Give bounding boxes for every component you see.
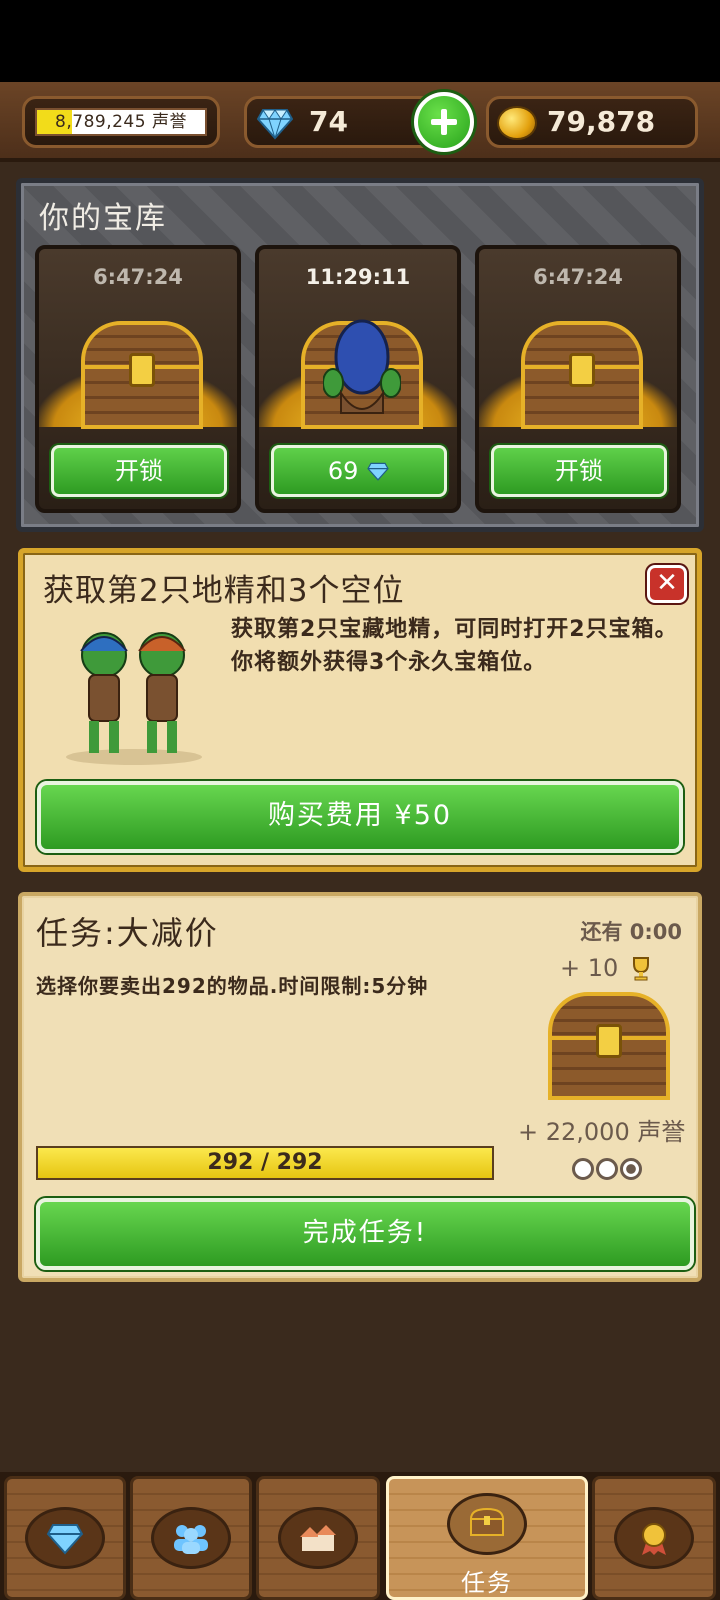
gem-count: 74 (309, 105, 348, 138)
stage-dot-current (620, 1158, 642, 1180)
people-icon (174, 1525, 208, 1554)
vault-slot-1[interactable]: 6:47:24 开锁 (35, 245, 241, 513)
reputation-bar: 8,789,245 声誉 (35, 108, 207, 136)
slot-timer: 6:47:24 (93, 265, 183, 289)
add-gems-button[interactable] (414, 92, 474, 152)
trophy-reward-value: + 10 (560, 954, 619, 982)
treasure-chest-icon (81, 321, 203, 429)
slot-timer: 11:29:11 (305, 265, 411, 289)
purchase-button[interactable]: 购买费用 ¥50 (37, 781, 683, 853)
vault-title: 你的宝库 (39, 201, 167, 236)
two-goblins-image (66, 632, 202, 765)
chest-icon (469, 1507, 505, 1536)
quest-time-remaining: 还有 0:00 (580, 920, 682, 944)
reputation-reward: + 22,000 声誉 (518, 1118, 686, 1146)
goblin-opening-chest-icon (323, 319, 401, 414)
quest-progress-text: 292 / 292 (207, 1150, 323, 1175)
goblin-offer-panel: 获取第2只地精和3个空位 ✕ 获取第2只宝藏地精，可同时打开2只宝箱。你将额外获… (18, 548, 702, 872)
gem-icon (46, 1524, 84, 1555)
close-icon[interactable]: ✕ (647, 565, 687, 603)
gold-counter: 79,878 (486, 96, 698, 148)
unlock-button[interactable]: 开锁 (491, 445, 667, 497)
top-resource-bar: 8,789,245 声誉 74 79,878 (0, 82, 720, 162)
status-bar (0, 0, 720, 82)
bottom-navigation: 任务 (0, 1472, 720, 1600)
slot-timer: 6:47:24 (533, 265, 623, 289)
unlock-button[interactable]: 开锁 (51, 445, 227, 497)
tab-label: 任务 (461, 1569, 513, 1597)
quest-title: 任务:大减价 (36, 914, 219, 952)
quest-chest-icon (548, 992, 670, 1100)
tab-town[interactable] (256, 1476, 380, 1600)
trophy-reward: + 10 (560, 954, 652, 982)
gem-icon (367, 462, 389, 481)
tab-quests[interactable]: 任务 (386, 1476, 588, 1600)
vault-panel: 你的宝库 6:47:24 开锁 11:29:11 69 6:47:24 开锁 (16, 178, 704, 532)
gem-unlock-button[interactable]: 69 (271, 445, 447, 497)
gem-counter[interactable]: 74 (244, 96, 440, 148)
gold-count: 79,878 (547, 105, 656, 138)
tab-gems[interactable] (4, 1476, 126, 1600)
reputation-meter[interactable]: 8,789,245 声誉 (22, 96, 220, 148)
quest-progress-bar: 292 / 292 (36, 1146, 494, 1180)
tab-achievements[interactable] (592, 1476, 716, 1600)
gem-cost: 69 (327, 457, 359, 485)
stage-dot (572, 1158, 594, 1180)
vault-slot-2[interactable]: 11:29:11 69 (255, 245, 461, 513)
complete-quest-button[interactable]: 完成任务! (36, 1198, 694, 1270)
quest-panel: 任务:大减价 还有 0:00 选择你要卖出292的物品.时间限制:5分钟 + 1… (18, 892, 702, 1282)
quest-description: 选择你要卖出292的物品.时间限制:5分钟 (36, 974, 429, 998)
reputation-text: 8,789,245 声誉 (55, 112, 187, 132)
tab-social[interactable] (130, 1476, 252, 1600)
medal-icon (642, 1523, 666, 1555)
houses-icon (300, 1525, 336, 1551)
gold-coin-icon (497, 106, 537, 140)
gem-icon (257, 109, 293, 140)
trophy-icon (632, 957, 649, 981)
offer-title: 获取第2只地精和3个空位 (43, 573, 405, 609)
treasure-chest-icon (521, 321, 643, 429)
stage-dot (596, 1158, 618, 1180)
vault-slot-3[interactable]: 6:47:24 开锁 (475, 245, 681, 513)
quest-stage-indicator (572, 1158, 644, 1184)
offer-description: 获取第2只宝藏地精，可同时打开2只宝箱。你将额外获得3个永久宝箱位。 (231, 617, 678, 675)
